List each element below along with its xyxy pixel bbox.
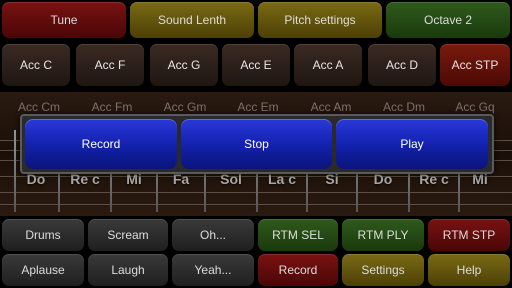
dialog-play-button[interactable]: Play <box>336 119 488 169</box>
tab-sound-length[interactable]: Sound Lenth <box>130 2 254 38</box>
chord-acc-gm[interactable]: Acc Gm <box>146 100 224 114</box>
chord-acc-em[interactable]: Acc Em <box>219 100 297 114</box>
chord-acc-dm[interactable]: Acc Dm <box>365 100 443 114</box>
rtm-stp-button[interactable]: RTM STP <box>428 219 510 251</box>
chord-acc-f[interactable]: Acc F <box>76 44 144 86</box>
help-button[interactable]: Help <box>428 254 510 286</box>
tab-octave[interactable]: Octave 2 <box>386 2 510 38</box>
oh-button[interactable]: Oh... <box>172 219 254 251</box>
yeah-button[interactable]: Yeah... <box>172 254 254 286</box>
chord-acc-am[interactable]: Acc Am <box>292 100 370 114</box>
dialog-record-button[interactable]: Record <box>25 119 177 169</box>
rtm-ply-button[interactable]: RTM PLY <box>342 219 424 251</box>
chord-acc-e[interactable]: Acc E <box>222 44 290 86</box>
chord-acc-fm[interactable]: Acc Fm <box>73 100 151 114</box>
rtm-sel-button[interactable]: RTM SEL <box>258 219 338 251</box>
scream-button[interactable]: Scream <box>88 219 168 251</box>
chord-acc-g[interactable]: Acc G <box>150 44 218 86</box>
drums-button[interactable]: Drums <box>2 219 84 251</box>
chord-acc-gq[interactable]: Acc Gq <box>436 100 512 114</box>
laugh-button[interactable]: Laugh <box>88 254 168 286</box>
chord-acc-c[interactable]: Acc C <box>2 44 70 86</box>
record-button[interactable]: Record <box>258 254 338 286</box>
chord-acc-a[interactable]: Acc A <box>294 44 362 86</box>
chord-stop-button[interactable]: Acc STP <box>440 44 510 86</box>
tab-pitch-settings[interactable]: Pitch settings <box>258 2 382 38</box>
applause-button[interactable]: Aplause <box>2 254 84 286</box>
dialog-stop-button[interactable]: Stop <box>181 119 332 169</box>
tab-tune[interactable]: Tune <box>2 2 126 38</box>
settings-button[interactable]: Settings <box>342 254 424 286</box>
chord-acc-d[interactable]: Acc D <box>368 44 436 86</box>
chord-acc-cm[interactable]: Acc Cm <box>0 100 78 114</box>
